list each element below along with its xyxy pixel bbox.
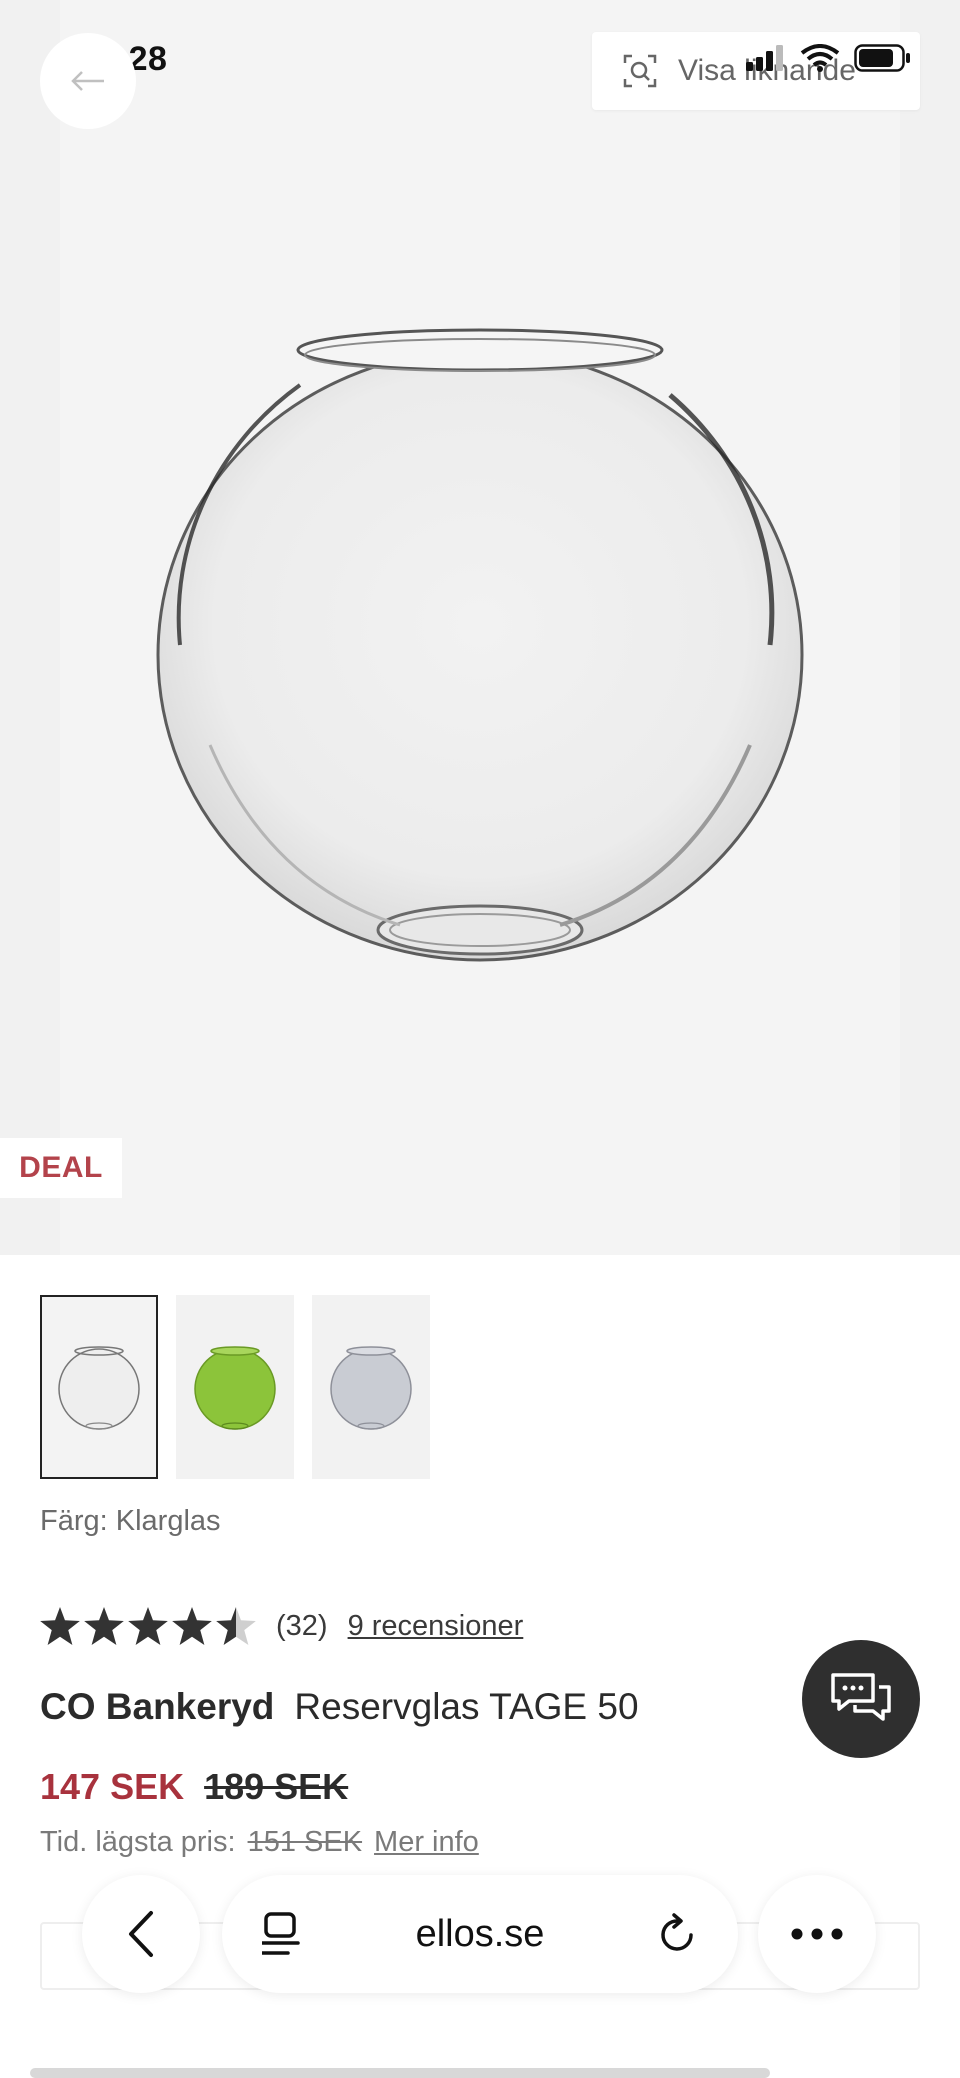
chat-bubbles-icon	[831, 1673, 891, 1721]
lowest-price-value: 151 SEK	[247, 1826, 363, 1858]
url-text[interactable]: ellos.se	[302, 1913, 658, 1956]
star-full-icon	[40, 1607, 80, 1645]
browser-back-button[interactable]	[82, 1875, 200, 1993]
star-half-icon	[216, 1607, 256, 1645]
wifi-icon	[800, 44, 840, 72]
product-brand[interactable]: CO Bankeryd	[40, 1686, 274, 1727]
cellular-signal-icon	[746, 45, 783, 71]
arrow-left-icon	[71, 71, 104, 91]
status-icons	[746, 44, 912, 72]
chevron-left-icon	[129, 1911, 153, 1957]
browser-toolbar: ellos.se	[0, 1875, 960, 1995]
more-dots-icon	[791, 1928, 843, 1940]
back-button[interactable]	[40, 33, 136, 129]
star-full-icon	[84, 1607, 124, 1645]
star-full-icon	[172, 1607, 212, 1645]
thumbnail-clear-glass[interactable]	[40, 1295, 158, 1479]
price-row: 147 SEK 189 SEK	[40, 1766, 348, 1808]
chat-button[interactable]	[802, 1640, 920, 1758]
browser-more-button[interactable]	[758, 1875, 876, 1993]
thumbnail-green-glass[interactable]	[176, 1295, 294, 1479]
star-full-icon	[128, 1607, 168, 1645]
product-image-glass-bowl[interactable]	[150, 325, 810, 965]
battery-icon	[854, 44, 910, 72]
current-price: 147 SEK	[40, 1766, 185, 1807]
rating-row: (32) 9 recensioner	[40, 1607, 523, 1645]
visual-search-icon	[623, 54, 657, 88]
reviews-link[interactable]: 9 recensioner	[348, 1610, 524, 1643]
address-bar[interactable]: ellos.se	[222, 1875, 738, 1993]
lowest-price-row: Tid. lägsta pris: 151 SEK Mer info	[40, 1826, 479, 1859]
product-title: CO Bankeryd Reservglas TAGE 50	[40, 1686, 639, 1728]
thumbnail-bowl-clear	[58, 1346, 140, 1430]
original-price: 189 SEK	[204, 1766, 349, 1807]
next-section-divider	[30, 2068, 770, 2078]
star-rating	[40, 1607, 256, 1645]
deal-badge: DEAL	[0, 1138, 122, 1198]
reader-mode-icon[interactable]	[262, 1912, 302, 1956]
color-label: Färg: Klarglas	[40, 1505, 221, 1537]
product-image-area[interactable]	[0, 0, 960, 1255]
thumbnail-list	[40, 1295, 430, 1479]
product-name: Reservglas TAGE 50	[294, 1686, 639, 1727]
reload-icon[interactable]	[658, 1913, 698, 1955]
review-count: (32)	[276, 1609, 328, 1642]
thumbnail-bowl-green	[194, 1346, 276, 1430]
more-info-link[interactable]: Mer info	[374, 1826, 479, 1859]
lowest-price-label: Tid. lägsta pris:	[40, 1826, 236, 1858]
thumbnail-bowl-grey	[330, 1346, 412, 1430]
thumbnail-grey-glass[interactable]	[312, 1295, 430, 1479]
